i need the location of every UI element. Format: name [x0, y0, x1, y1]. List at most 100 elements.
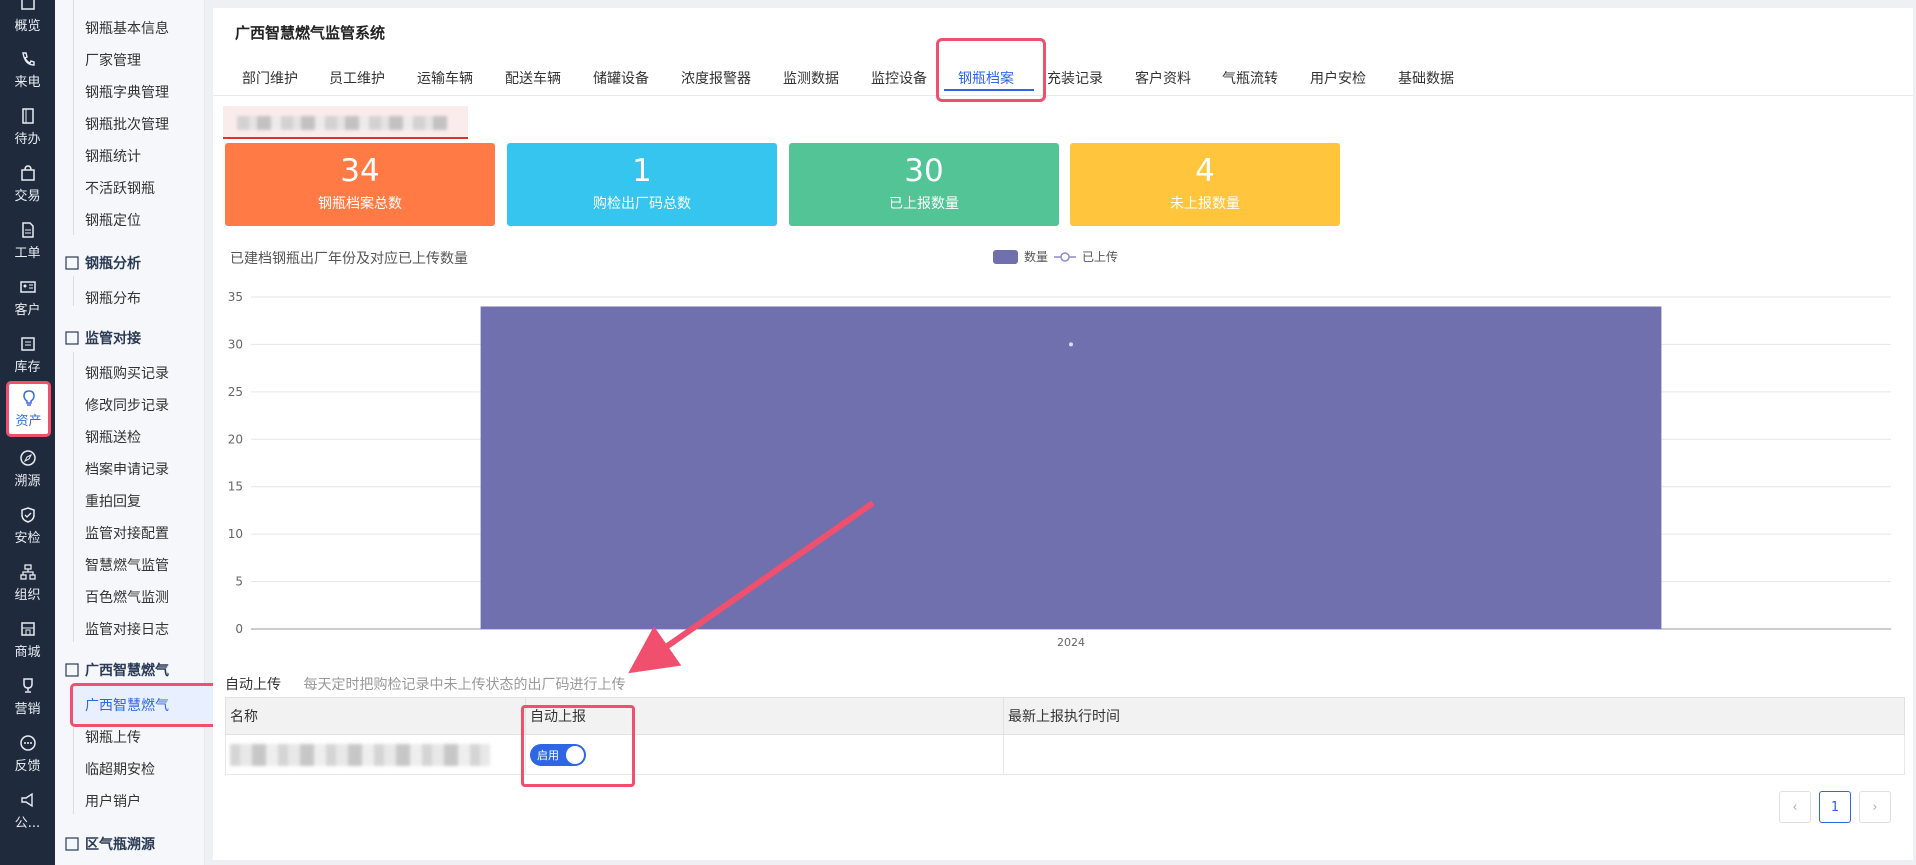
tab-8[interactable]: 钢瓶档案: [958, 68, 1014, 88]
tab-2[interactable]: 运输车辆: [417, 68, 473, 88]
submenu-item[interactable]: 百色燃气监测: [85, 587, 169, 607]
tab-11[interactable]: 气瓶流转: [1222, 68, 1278, 88]
submenu-group[interactable]: 监管对接: [65, 328, 141, 348]
submenu-item[interactable]: 临超期安检: [85, 759, 155, 779]
next-page-button[interactable]: ›: [1859, 791, 1891, 823]
legend-swatch-count: [993, 249, 1018, 264]
bar-count[interactable]: [480, 306, 1662, 629]
submenu-item[interactable]: 监管对接日志: [85, 619, 169, 639]
rail-item-13[interactable]: 反馈: [0, 726, 55, 782]
submenu-item[interactable]: 监管对接配置: [85, 523, 169, 543]
stat-card[interactable]: 34 钢瓶档案总数: [225, 143, 495, 226]
chart-legend[interactable]: 数量 已上传: [993, 248, 1118, 265]
check-shield-icon: [65, 663, 79, 677]
rail-item-label: 安检: [14, 531, 41, 546]
main-panel: 广西智慧燃气监管系统 部门维护 员工维护 运输车辆 配送车辆 储罐设备 浓度报警器 监测数据…: [213, 8, 1913, 860]
submenu-item[interactable]: 钢瓶上传: [85, 727, 141, 747]
rail-item-12[interactable]: 营销: [0, 669, 55, 725]
y-tick-label: 35: [228, 290, 243, 304]
prev-page-button[interactable]: ‹: [1779, 791, 1811, 823]
rail-item-label: 组织: [14, 588, 41, 603]
submenu-item[interactable]: 广西智慧燃气: [70, 683, 230, 727]
tab-7[interactable]: 监控设备: [871, 68, 927, 88]
point-uploaded[interactable]: [1069, 342, 1073, 347]
stat-card[interactable]: 30 已上报数量: [789, 143, 1059, 226]
y-tick-label: 15: [228, 480, 243, 494]
submenu-group-label: 监管对接: [85, 331, 141, 347]
rail-item-1[interactable]: 来电: [0, 42, 55, 98]
submenu-group-label: 区气瓶溯源: [85, 837, 155, 853]
inventory-icon: [20, 337, 35, 351]
rail-item-label: 来电: [14, 75, 41, 90]
submenu-item[interactable]: 重拍回复: [85, 491, 141, 511]
stat-card[interactable]: 4 未上报数量: [1070, 143, 1340, 226]
app-rail: 概览来电待办 交易 工单 客户 库存 资产 溯源安检组织商城 营销 反馈 公...: [0, 0, 55, 865]
store-icon: [20, 622, 35, 636]
submenu-item[interactable]: 钢瓶分布: [85, 288, 141, 308]
rail-item-0[interactable]: 概览: [0, 0, 55, 42]
chart-title: 已建档钢瓶出厂年份及对应已上传数量: [230, 251, 468, 267]
redacted-input[interactable]: [223, 106, 468, 139]
submenu-item[interactable]: 修改同步记录: [85, 395, 169, 415]
tab-0[interactable]: 部门维护: [242, 68, 298, 88]
col-last-time: 最新上报执行时间: [1003, 697, 1905, 735]
submenu-item[interactable]: 钢瓶购买记录: [85, 363, 169, 383]
submenu-item[interactable]: 钢瓶定位: [85, 210, 141, 230]
tab-3[interactable]: 配送车辆: [505, 68, 561, 88]
tab-12[interactable]: 用户安检: [1310, 68, 1366, 88]
y-tick-label: 10: [228, 527, 243, 541]
top-strip: [213, 0, 1913, 8]
submenu-item[interactable]: 智慧燃气监管: [85, 555, 169, 575]
cell-auto-report: 启用: [525, 734, 1004, 775]
table-row: 启用: [225, 734, 1905, 775]
submenu-item[interactable]: 钢瓶批次管理: [85, 114, 169, 134]
rail-item-14[interactable]: 公...: [0, 783, 55, 839]
submenu-item[interactable]: 钢瓶送检: [85, 427, 141, 447]
submenu-item[interactable]: 不活跃钢瓶: [85, 178, 155, 198]
trophy-icon: [22, 678, 33, 693]
tab-5[interactable]: 浓度报警器: [681, 68, 751, 88]
tab-4[interactable]: 储罐设备: [593, 68, 649, 88]
tab-13[interactable]: 基础数据: [1398, 68, 1454, 88]
y-tick-label: 25: [228, 385, 243, 399]
rail-item-4[interactable]: 工单: [0, 213, 55, 269]
stat-label: 未上报数量: [1170, 196, 1240, 212]
submenu-group[interactable]: 区气瓶溯源: [65, 834, 155, 854]
compass-icon: [19, 450, 36, 466]
submenu-item[interactable]: 钢瓶基本信息: [85, 18, 169, 38]
col-auto-report: 自动上报: [525, 697, 1004, 735]
tab-10[interactable]: 客户资料: [1135, 68, 1191, 88]
page-1-button[interactable]: 1: [1819, 791, 1851, 823]
tab-6[interactable]: 监测数据: [783, 68, 839, 88]
megaphone-icon: [20, 792, 33, 808]
rail-item-11[interactable]: 商城: [0, 612, 55, 668]
tab-1[interactable]: 员工维护: [329, 68, 385, 88]
tab-9[interactable]: 充装记录: [1047, 68, 1103, 88]
rail-item-9[interactable]: 安检: [0, 498, 55, 554]
submenu-item[interactable]: 钢瓶统计: [85, 146, 141, 166]
org-icon: [19, 564, 36, 580]
x-tick-label: 2024: [1057, 636, 1085, 649]
submenu-group[interactable]: 钢瓶分析: [65, 253, 141, 273]
rail-item-7[interactable]: 资产: [6, 381, 51, 437]
stat-label: 购检出厂码总数: [593, 196, 691, 212]
rail-item-6[interactable]: 库存: [0, 327, 55, 383]
rail-item-2[interactable]: 待办: [0, 99, 55, 155]
submenu-group[interactable]: 广西智慧燃气: [65, 660, 169, 680]
submenu-item[interactable]: 档案申请记录: [85, 459, 169, 479]
rail-item-5[interactable]: 客户: [0, 270, 55, 326]
auto-report-toggle[interactable]: 启用: [530, 743, 586, 766]
sync-icon: [65, 331, 79, 345]
rail-item-3[interactable]: 交易: [0, 156, 55, 212]
stat-card[interactable]: 1 购检出厂码总数: [507, 143, 777, 226]
legend-line-icon: [1054, 251, 1077, 263]
rail-item-10[interactable]: 组织: [0, 555, 55, 611]
submenu-item[interactable]: 用户销户: [85, 791, 141, 811]
rail-item-label: 概览: [14, 19, 41, 34]
tab-bar: 部门维护 员工维护 运输车辆 配送车辆 储罐设备 浓度报警器 监测数据 监控设备 钢瓶档案 充装记…: [213, 56, 1913, 96]
submenu-item[interactable]: 钢瓶字典管理: [85, 82, 169, 102]
rail-item-8[interactable]: 溯源: [0, 441, 55, 497]
submenu-item[interactable]: 厂家管理: [85, 50, 141, 70]
submenu-tree-line: [73, 352, 74, 642]
toggle-knob: [566, 745, 584, 764]
